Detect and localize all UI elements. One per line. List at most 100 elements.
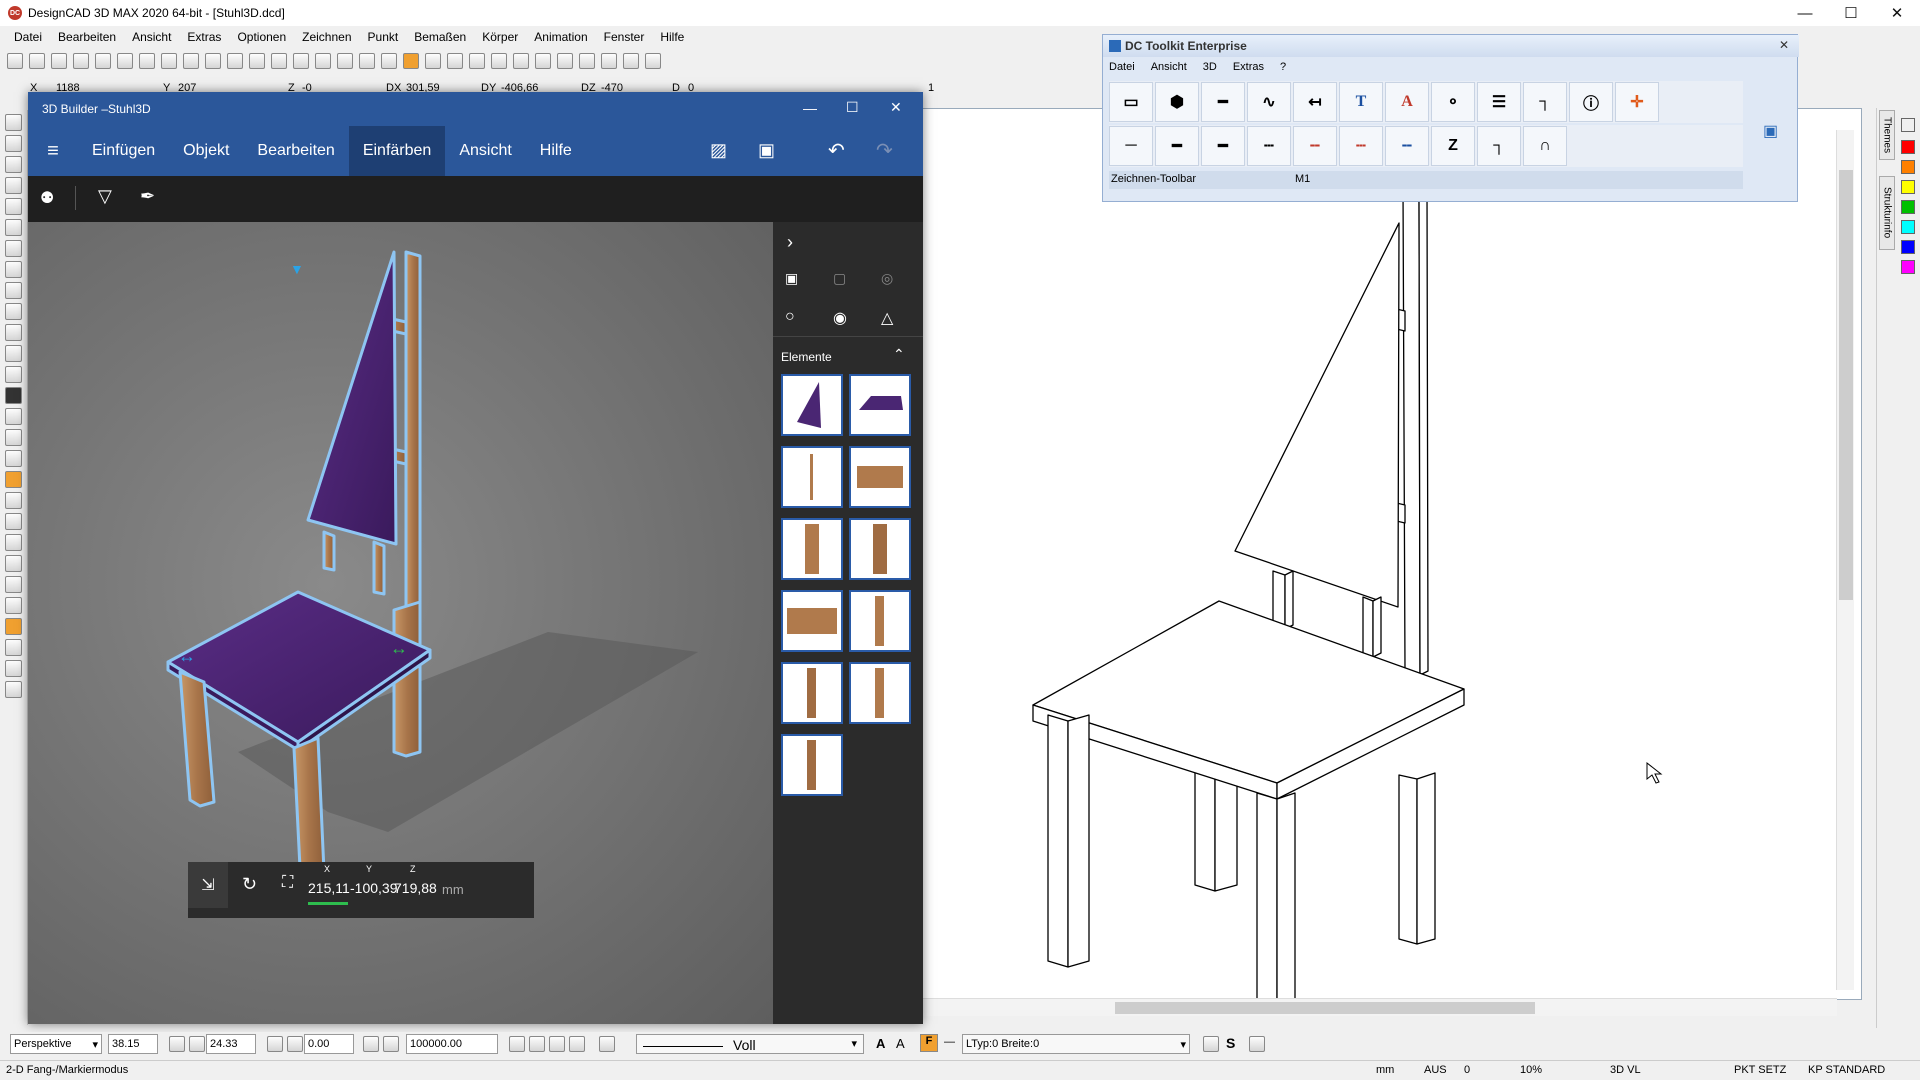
triangle-shape-icon[interactable]: △ — [881, 308, 893, 328]
layers-tool-icon[interactable] — [5, 513, 22, 530]
menu-bemassen[interactable]: Bemaßen — [414, 30, 466, 44]
pan-view-icon[interactable] — [383, 1036, 399, 1052]
rotate-view-icon[interactable] — [169, 1036, 185, 1052]
tk-text-icon[interactable]: T — [1339, 82, 1383, 122]
roll-view-icon[interactable] — [267, 1036, 283, 1052]
circle-tool-icon[interactable] — [5, 219, 22, 236]
tk-menu-3d[interactable]: 3D — [1203, 61, 1217, 73]
scale-mode-icon[interactable]: ⛶ — [282, 874, 293, 892]
box-tool-icon[interactable] — [5, 177, 22, 194]
select-all-icon[interactable]: ▣ — [785, 270, 798, 287]
page-setup-icon[interactable] — [117, 53, 133, 69]
wand-tool-icon[interactable] — [5, 450, 22, 467]
grid-icon[interactable] — [579, 53, 595, 69]
menu-zeichnen[interactable]: Zeichnen — [302, 30, 351, 44]
ungroup-icon[interactable] — [337, 53, 353, 69]
color-magenta[interactable] — [1901, 260, 1915, 274]
undo-icon[interactable] — [227, 53, 243, 69]
element-thumb-post[interactable] — [781, 446, 843, 508]
solid-tool-icon[interactable] — [5, 471, 22, 488]
grid-tool-icon[interactable] — [5, 597, 22, 614]
connect-tool-icon[interactable] — [5, 534, 22, 551]
menu-animation[interactable]: Animation — [534, 30, 587, 44]
nav-icon-1[interactable] — [509, 1036, 525, 1052]
menu-punkt[interactable]: Punkt — [368, 30, 399, 44]
dct-icon[interactable] — [645, 53, 661, 69]
hat-icon[interactable] — [1203, 1036, 1219, 1052]
undo-builder-icon[interactable]: ↶ — [828, 138, 845, 163]
open-file-icon[interactable] — [29, 53, 45, 69]
element-thumb-seat[interactable] — [849, 374, 911, 436]
builder-maximize-button[interactable]: ☐ — [846, 99, 859, 116]
angle2-field[interactable]: 24.33 — [206, 1034, 256, 1054]
star-tool-icon[interactable] — [5, 576, 22, 593]
element-thumb-leg-4[interactable] — [781, 662, 843, 724]
tilt-view-icon[interactable] — [189, 1036, 205, 1052]
rotate-handle-left[interactable]: ↔ — [178, 646, 196, 666]
toolkit-close-button[interactable]: ✕ — [1779, 38, 1789, 52]
element-thumb-leg-1[interactable] — [781, 518, 843, 580]
element-thumb-plank[interactable] — [781, 590, 843, 652]
color-orange[interactable] — [1901, 160, 1915, 174]
menu-einfuegen[interactable]: Einfügen — [78, 126, 169, 176]
vertical-scrollbar[interactable] — [1836, 130, 1854, 990]
tk-line-thin-icon[interactable]: ─ — [1109, 126, 1153, 166]
new-file-icon[interactable] — [7, 53, 23, 69]
tk-info-icon[interactable]: ⓘ — [1569, 82, 1613, 122]
save-icon[interactable] — [51, 53, 67, 69]
select-icon[interactable] — [293, 53, 309, 69]
redo-icon[interactable] — [249, 53, 265, 69]
measure-tool-icon[interactable] — [5, 366, 22, 383]
column-icon[interactable] — [425, 53, 441, 69]
tk-line-medium-icon[interactable]: ━ — [1155, 126, 1199, 166]
cut-icon[interactable] — [161, 53, 177, 69]
tk-dock-icon[interactable]: ▣ — [1763, 121, 1778, 141]
pin-icon[interactable]: ⚉ — [40, 188, 54, 208]
rotate-mode-icon[interactable]: ↻ — [242, 874, 257, 895]
settings-icon[interactable] — [1249, 1036, 1265, 1052]
line-dash-icon[interactable]: — — [944, 1036, 955, 1048]
horizontal-scrollbar[interactable] — [922, 998, 1837, 1016]
scroll-thumb[interactable] — [1839, 170, 1853, 600]
pen-field-value[interactable]: 1 — [928, 82, 934, 94]
text-tool-icon[interactable] — [5, 282, 22, 299]
tk-line-red-dashed-icon[interactable]: ╌ — [1293, 126, 1337, 166]
tk-menu-ansicht[interactable]: Ansicht — [1151, 61, 1187, 73]
print-preview-icon[interactable] — [95, 53, 111, 69]
arrow-icon[interactable] — [469, 53, 485, 69]
menu-extras[interactable]: Extras — [187, 30, 221, 44]
color-black[interactable] — [1901, 118, 1915, 132]
linetype-select[interactable]: LTyp:0 Breite:0 ▾ — [962, 1034, 1190, 1054]
point-tool-icon[interactable] — [5, 303, 22, 320]
nav-icon-2[interactable] — [529, 1036, 545, 1052]
chevron-up-icon[interactable]: ⌃ — [893, 346, 905, 363]
angle1-field[interactable]: 38.15 — [108, 1034, 158, 1054]
pointer-icon[interactable] — [491, 53, 507, 69]
nav-icon-3[interactable] — [549, 1036, 565, 1052]
paste-icon[interactable] — [205, 53, 221, 69]
tk-node-icon[interactable]: ⚬ — [1431, 82, 1475, 122]
help-icon[interactable] — [623, 53, 639, 69]
menu-bearbeiten[interactable]: Bearbeiten — [58, 30, 116, 44]
menu-optionen[interactable]: Optionen — [237, 30, 286, 44]
curve-tool-icon[interactable] — [5, 324, 22, 341]
maximize-button[interactable]: ☐ — [1828, 0, 1874, 26]
scale-icon[interactable] — [557, 53, 573, 69]
menu-datei[interactable]: Datei — [14, 30, 42, 44]
properties-icon[interactable] — [139, 53, 155, 69]
linestyle-select[interactable]: Voll ▾ — [636, 1034, 864, 1054]
tk-line-thick-icon[interactable]: ━ — [1201, 126, 1245, 166]
extend-tool-icon[interactable] — [5, 681, 22, 698]
tk-trim-icon[interactable]: ┐ — [1477, 126, 1521, 166]
brush-icon[interactable]: ✒ — [140, 186, 155, 207]
bucket-icon[interactable]: ▽ — [98, 186, 112, 207]
color-yellow[interactable] — [1901, 180, 1915, 194]
fill-tool-icon[interactable] — [5, 387, 22, 404]
tk-window-icon[interactable]: ▭ — [1109, 82, 1153, 122]
mode-2d-icon[interactable] — [381, 53, 397, 69]
zoom-tool-icon[interactable] — [5, 135, 22, 152]
menu-ansicht[interactable]: Ansicht — [132, 30, 171, 44]
tk-dimension-icon[interactable]: ↤ — [1293, 82, 1337, 122]
tk-thick-line-icon[interactable]: ━ — [1201, 82, 1245, 122]
s-snap-icon[interactable]: S — [1226, 1035, 1235, 1051]
